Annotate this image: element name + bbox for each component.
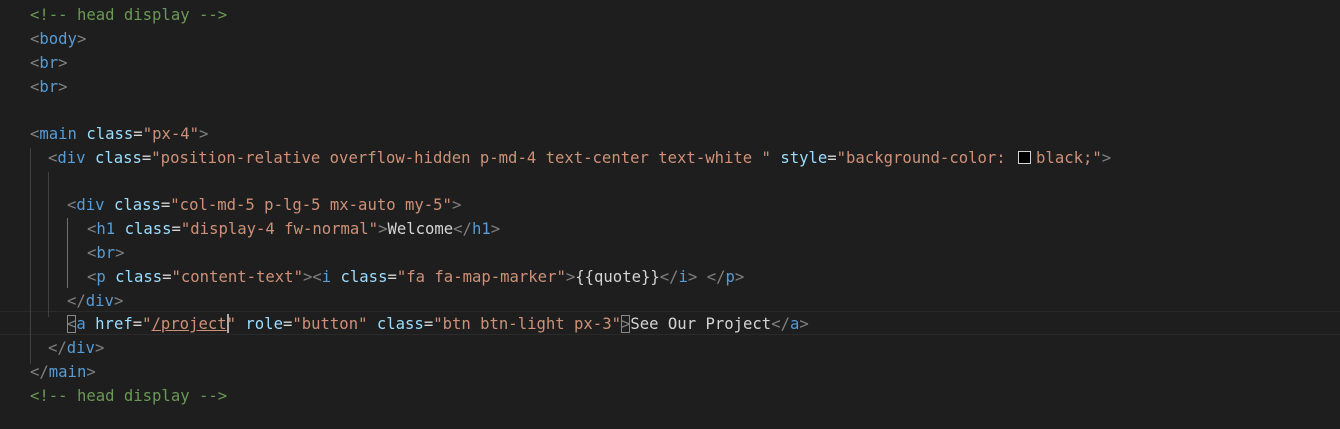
tag-name: h1 [471, 220, 491, 238]
attribute-value: "col-md-5 p-lg-5 mx-auto my-5" [170, 196, 452, 214]
attribute-name: class [340, 268, 388, 286]
tag-name: a [76, 315, 86, 333]
code-line: <p class="content-text"><i class="fa fa-… [87, 268, 745, 286]
html-comment: <!-- head display --> [30, 387, 228, 405]
attribute-value: "background-color: [836, 149, 1016, 167]
code-line: <br> [87, 244, 125, 262]
code-line: </div> [48, 339, 105, 357]
tag-name: br [39, 78, 59, 96]
tag-name: p [96, 268, 106, 286]
attribute-name: class [94, 149, 142, 167]
code-line: <!-- head display --> [30, 384, 227, 408]
tag-name: i [321, 268, 332, 286]
link-path[interactable]: /project [152, 315, 227, 333]
indent-guide-active [67, 218, 68, 288]
indent-guide [30, 148, 31, 364]
code-line: <br> [30, 78, 68, 96]
tag-name: br [39, 54, 59, 72]
code-line: <div class="position-relative overflow-h… [48, 149, 1112, 167]
attribute-name: style [780, 149, 828, 167]
tag-name: br [96, 244, 116, 262]
code-line: </main> [30, 363, 96, 381]
color-swatch-icon[interactable] [1018, 151, 1032, 164]
code-line: </div> [67, 292, 124, 310]
attribute-value: "px-4" [142, 125, 200, 143]
code-line: <main class="px-4"> [30, 125, 209, 143]
code-line: <body> [30, 30, 87, 48]
code-editor[interactable]: <!-- head display --> <body> <br> <br> <… [0, 0, 1340, 429]
attribute-value: "position-relative overflow-hidden p-md-… [151, 149, 771, 167]
code-line: <!-- head display --> [30, 3, 227, 27]
attribute-name: role [245, 315, 283, 333]
attribute-value: "fa fa-map-marker" [396, 268, 566, 286]
element-text: {{quote}} [575, 268, 660, 286]
attribute-name: href [95, 315, 133, 333]
element-text: See Our Project [630, 315, 772, 333]
element-text: Welcome [387, 220, 454, 238]
attribute-value: "btn btn-light px-3" [433, 315, 621, 333]
tag-name: main [39, 125, 77, 143]
attribute-name: class [376, 315, 424, 333]
tag-name: div [57, 149, 86, 167]
html-comment: <!-- head display --> [30, 6, 228, 24]
tag-name: div [76, 196, 105, 214]
attribute-value: black;" [1036, 149, 1102, 167]
attribute-value: "display-4 fw-normal" [180, 220, 379, 238]
indent-guide [48, 172, 49, 317]
tag-name: p [725, 268, 735, 286]
attribute-name: class [124, 220, 172, 238]
tag-name: h1 [96, 220, 116, 238]
tag-name: body [39, 30, 77, 48]
attribute-name: class [115, 268, 163, 286]
attribute-name: class [86, 125, 134, 143]
tag-name: div [85, 292, 114, 310]
attribute-name: class [113, 196, 161, 214]
code-line-current[interactable]: <a href="/project" role="button" class="… [67, 312, 809, 336]
bracket-match: > [620, 315, 631, 333]
attribute-value: "content-text" [171, 268, 303, 286]
bracket-match: < [67, 315, 77, 333]
code-line: <h1 class="display-4 fw-normal">Welcome<… [87, 220, 501, 238]
tag-name: a [789, 315, 800, 333]
tag-name: div [66, 339, 95, 357]
tag-name: main [48, 363, 87, 381]
code-line: <div class="col-md-5 p-lg-5 mx-auto my-5… [67, 196, 462, 214]
attribute-value: "button" [292, 315, 368, 333]
code-line: <br> [30, 54, 68, 72]
tag-name: i [678, 268, 688, 286]
